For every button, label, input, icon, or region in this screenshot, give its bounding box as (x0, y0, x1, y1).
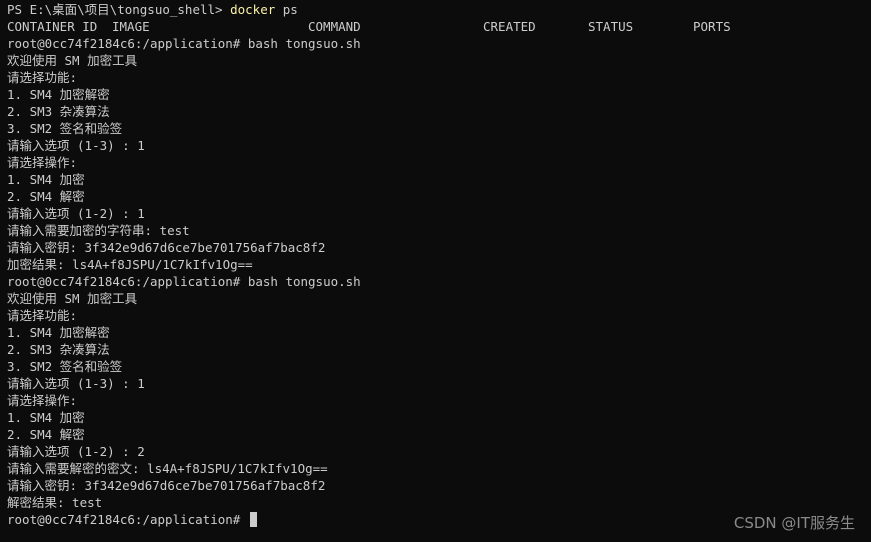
powershell-prompt-line: PS E:\桌面\项目\tongsuo_shell> docker ps (7, 1, 864, 18)
terminal-line: 2. SM3 杂凑算法 (7, 342, 110, 357)
terminal-window[interactable]: PS E:\桌面\项目\tongsuo_shell> docker ps CON… (0, 0, 871, 542)
csdn-watermark: CSDN @IT服务生 (733, 514, 855, 532)
header-ports: PORTS (693, 19, 731, 34)
command-name: docker (230, 2, 276, 17)
terminal-line: 1. SM4 加密解密 (7, 325, 110, 340)
terminal-line: 1. SM4 加密 (7, 172, 85, 187)
prompt-prefix: PS E:\桌面\项目\tongsuo_shell> (7, 2, 231, 17)
terminal-line: 欢迎使用 SM 加密工具 (7, 53, 138, 68)
command-args: ps (275, 2, 298, 17)
terminal-line: 请输入需要解密的密文: ls4A+f8JSPU/1C7kIfv1Og== (7, 461, 328, 476)
terminal-line: root@0cc74f2184c6:/application# bash ton… (7, 36, 361, 51)
terminal-line: 欢迎使用 SM 加密工具 (7, 291, 138, 306)
terminal-line: 请输入选项 (1-3) : 1 (7, 376, 145, 391)
docker-ps-header: CONTAINER ID IMAGE COMMAND CREATED STATU… (7, 18, 864, 35)
terminal-line: 解密结果: test (7, 495, 103, 510)
terminal-line: 请选择操作: (7, 155, 78, 170)
terminal-line: 请选择功能: (7, 70, 78, 85)
terminal-line: 请输入选项 (1-2) : 2 (7, 444, 145, 459)
terminal-line: 加密结果: ls4A+f8JSPU/1C7kIfv1Og== (7, 257, 253, 272)
terminal-line: 请选择功能: (7, 308, 78, 323)
terminal-line: 请输入密钥: 3f342e9d67d6ce7be701756af7bac8f2 (7, 240, 326, 255)
terminal-line: 请选择操作: (7, 393, 78, 408)
terminal-line: root@0cc74f2184c6:/application# bash ton… (7, 274, 361, 289)
terminal-line: 2. SM3 杂凑算法 (7, 104, 110, 119)
terminal-line: 请输入密钥: 3f342e9d67d6ce7be701756af7bac8f2 (7, 478, 326, 493)
header-status: STATUS (588, 19, 634, 34)
text-cursor[interactable] (249, 512, 257, 527)
terminal-line: 请输入选项 (1-2) : 1 (7, 206, 145, 221)
shell-prompt: root@0cc74f2184c6:/application# (7, 512, 248, 527)
terminal-line: 请输入选项 (1-3) : 1 (7, 138, 145, 153)
terminal-line: 3. SM2 签名和验签 (7, 121, 123, 136)
terminal-line: 2. SM4 解密 (7, 189, 85, 204)
terminal-line: 3. SM2 签名和验签 (7, 359, 123, 374)
header-container-id: CONTAINER ID (7, 19, 98, 34)
terminal-line: 1. SM4 加密解密 (7, 87, 110, 102)
terminal-line: 2. SM4 解密 (7, 427, 85, 442)
terminal-line: 请输入需要加密的字符串: test (7, 223, 190, 238)
header-created: CREATED (483, 19, 536, 34)
header-command: COMMAND (308, 19, 361, 34)
terminal-line: 1. SM4 加密 (7, 410, 85, 425)
header-image: IMAGE (112, 19, 150, 34)
